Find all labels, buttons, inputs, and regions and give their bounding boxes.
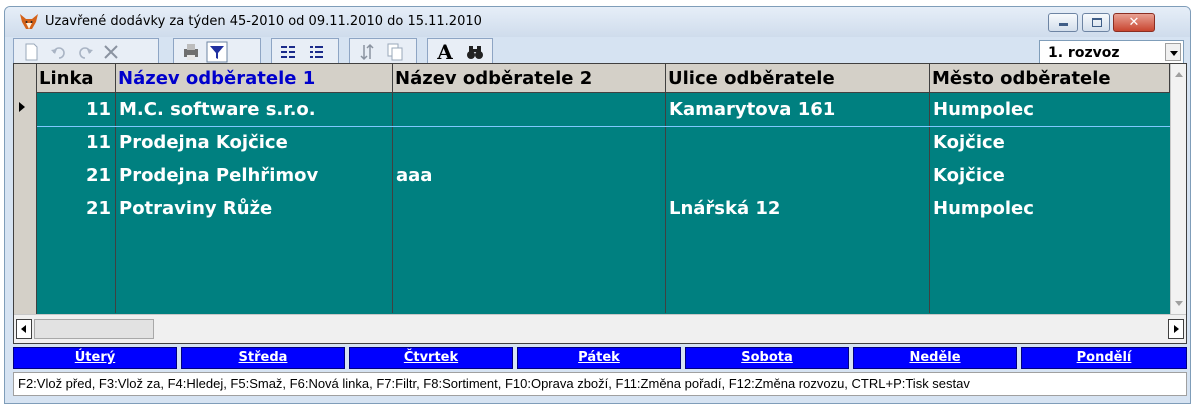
- title-bar[interactable]: Uzavřené dodávky za týden 45-2010 od 09.…: [5, 7, 1190, 37]
- day-button-patek[interactable]: Pátek: [517, 347, 681, 369]
- cell-nazev2: [392, 192, 665, 225]
- new-icon[interactable]: [20, 41, 42, 63]
- sort-icon[interactable]: [356, 41, 378, 63]
- font-icon[interactable]: A: [434, 41, 456, 63]
- cell-linka: 11: [85, 99, 111, 120]
- row-indicator-column: [14, 64, 37, 314]
- scroll-left-icon[interactable]: [16, 319, 32, 339]
- delete-icon[interactable]: [100, 41, 122, 63]
- column-header-nazev1[interactable]: Název odběratele 1: [116, 64, 393, 92]
- window-title: Uzavřené dodávky za týden 45-2010 od 09.…: [45, 14, 482, 29]
- day-button-sobota[interactable]: Sobota: [685, 347, 849, 369]
- cell-ulice: [665, 159, 929, 192]
- fox-icon: [20, 14, 38, 29]
- day-button-nedele[interactable]: Neděle: [853, 347, 1017, 369]
- copy-icon[interactable]: [384, 41, 406, 63]
- grid-header: Linka Název odběratele 1 Název odběratel…: [14, 64, 1170, 93]
- grid-view-icon[interactable]: [278, 41, 300, 63]
- toolbar: A 1. rozvoz: [9, 38, 1186, 66]
- close-button[interactable]: ✕: [1113, 13, 1155, 32]
- column-header-linka[interactable]: Linka: [37, 64, 116, 92]
- main-window: Uzavřené dodávky za týden 45-2010 od 09.…: [4, 6, 1191, 404]
- cell-mesto: Kojčice: [933, 132, 1005, 153]
- day-tabs: Úterý Středa Čtvrtek Pátek Sobota Neděle…: [13, 347, 1187, 369]
- rozvoz-value: 1. rozvoz: [1048, 45, 1120, 61]
- cell-ulice: [665, 126, 929, 159]
- cell-mesto: Humpolec: [933, 198, 1034, 219]
- maximize-button[interactable]: [1082, 13, 1110, 32]
- vertical-scrollbar[interactable]: [1170, 64, 1186, 314]
- toolbar-group-edit: [13, 38, 159, 66]
- scroll-right-icon[interactable]: [1168, 319, 1184, 339]
- cell-nazev2: aaa: [396, 165, 433, 186]
- close-icon: ✕: [1128, 15, 1140, 30]
- scroll-thumb[interactable]: [34, 319, 154, 339]
- undo-icon[interactable]: [48, 41, 70, 63]
- cell-ulice: Lnářská 12: [669, 198, 781, 219]
- table-row[interactable]: 21 Potraviny Růže Lnářská 12 Humpolec: [37, 192, 1170, 225]
- column-header-ulice[interactable]: Ulice odběratele: [666, 64, 930, 92]
- print-icon[interactable]: [180, 41, 202, 63]
- day-button-streda[interactable]: Středa: [181, 347, 345, 369]
- horizontal-scrollbar[interactable]: [14, 314, 1186, 343]
- table-row[interactable]: 11 Prodejna Kojčice Kojčice: [37, 126, 1170, 159]
- toolbar-group-layout: [271, 38, 339, 66]
- column-header-nazev2[interactable]: Název odběratele 2: [393, 64, 666, 92]
- redo-icon[interactable]: [74, 41, 96, 63]
- cell-mesto: Humpolec: [933, 99, 1034, 120]
- day-button-utery[interactable]: Úterý: [13, 347, 177, 369]
- table-row[interactable]: 11 M.C. software s.r.o. Kamarytova 161 H…: [37, 93, 1170, 127]
- cell-nazev2: [392, 93, 665, 126]
- current-row-pointer-icon: [19, 102, 25, 112]
- day-button-ctvrtek[interactable]: Čtvrtek: [349, 347, 513, 369]
- cell-nazev1: Potraviny Růže: [119, 198, 273, 219]
- filter-icon[interactable]: [206, 41, 228, 63]
- cell-nazev2: [392, 126, 665, 159]
- scroll-down-icon[interactable]: [1171, 294, 1186, 314]
- cell-nazev1: Prodejna Pelhřimov: [119, 165, 319, 186]
- grid-body: 11 M.C. software s.r.o. Kamarytova 161 H…: [37, 93, 1170, 313]
- rozvoz-select[interactable]: 1. rozvoz: [1039, 40, 1184, 64]
- status-bar: F2:Vlož před, F3:Vlož za, F4:Hledej, F5:…: [13, 372, 1187, 396]
- toolbar-group-sort: [349, 38, 417, 66]
- cell-mesto: Kojčice: [933, 165, 1005, 186]
- scroll-up-icon[interactable]: [1171, 64, 1186, 84]
- cell-linka: 11: [85, 132, 111, 153]
- minimize-button[interactable]: [1048, 13, 1078, 32]
- column-header-mesto[interactable]: Město odběratele: [930, 64, 1170, 92]
- cell-linka: 21: [85, 198, 111, 219]
- cell-nazev1: Prodejna Kojčice: [119, 132, 288, 153]
- cell-ulice: Kamarytova 161: [669, 99, 836, 120]
- shortcut-help-text: F2:Vlož před, F3:Vlož za, F4:Hledej, F5:…: [18, 376, 970, 391]
- data-grid[interactable]: Linka Název odběratele 1 Název odběratel…: [13, 63, 1187, 344]
- cell-nazev1: M.C. software s.r.o.: [119, 99, 316, 120]
- list-view-icon[interactable]: [306, 41, 328, 63]
- chevron-down-icon[interactable]: [1165, 43, 1181, 61]
- cell-linka: 21: [85, 165, 111, 186]
- toolbar-group-view: [173, 38, 261, 66]
- binoculars-icon[interactable]: [464, 41, 486, 63]
- toolbar-group-search: A: [427, 38, 493, 66]
- table-row[interactable]: 21 Prodejna Pelhřimov aaa Kojčice: [37, 159, 1170, 192]
- day-button-pondeli[interactable]: Pondělí: [1021, 347, 1187, 369]
